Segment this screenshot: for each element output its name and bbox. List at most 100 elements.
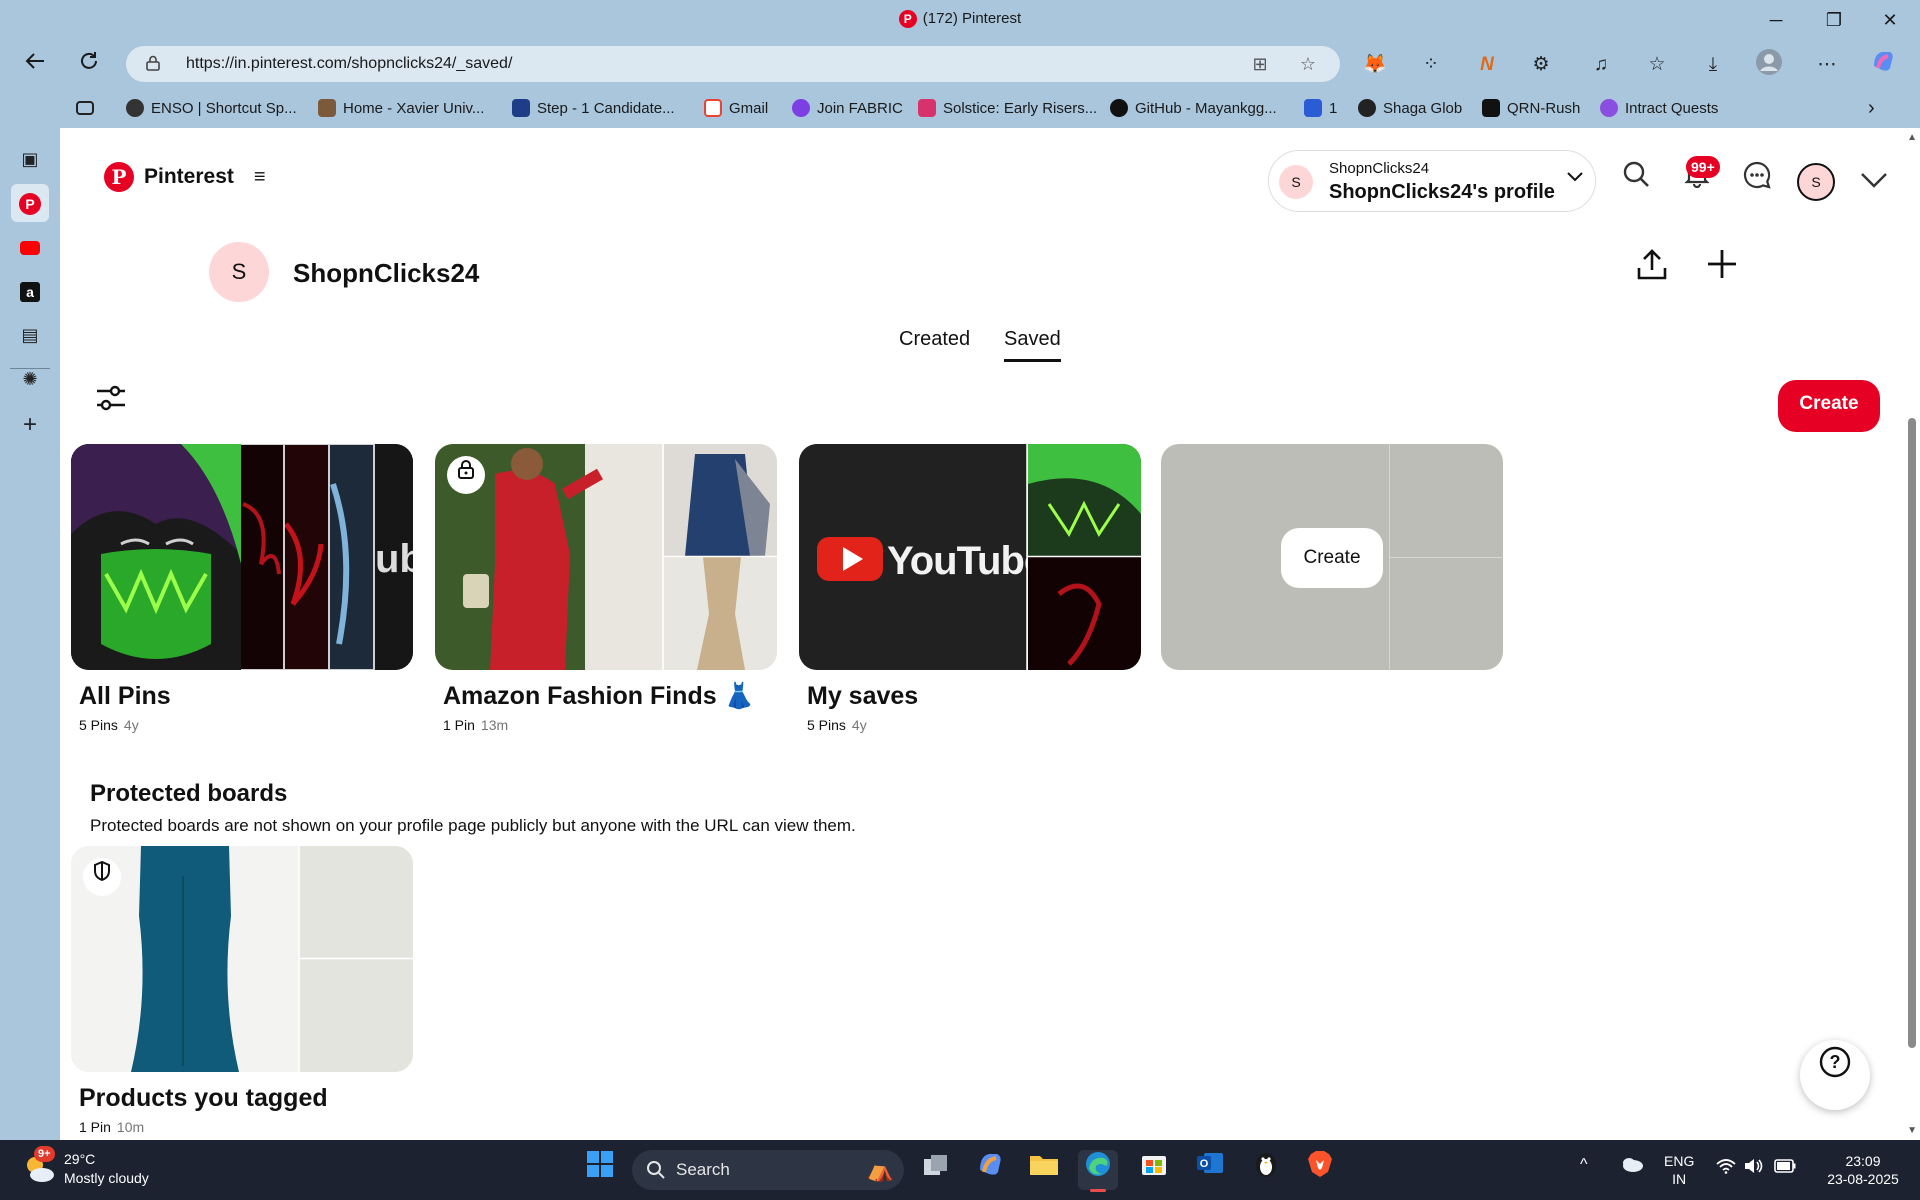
metamask-extension-icon[interactable]: 🦊 [1358,48,1392,82]
board-products-you-tagged[interactable]: Products you tagged 1 Pin 10m [71,846,413,1135]
volume-icon[interactable] [1744,1158,1764,1178]
bookmarks-overflow-chevron-icon[interactable]: › [1868,97,1875,119]
file-explorer-icon[interactable] [1024,1150,1064,1190]
weather-widget[interactable]: 9+ 29°C Mostly cloudy [22,1146,149,1188]
language-region: IN [1672,1171,1687,1187]
sidebar-add-icon[interactable]: + [11,406,49,444]
board-cover[interactable]: YouTube [799,444,1141,670]
sidebar-pinterest-icon[interactable]: P [11,184,49,222]
pinterest-logo-text: Pinterest [144,165,234,188]
task-view-icon[interactable] [916,1150,956,1190]
clock[interactable]: 23:09 23-08-2025 [1818,1152,1908,1188]
board-amazon-fashion-finds[interactable]: Amazon Fashion Finds 👗 1 Pin 13m [435,444,777,733]
battery-icon[interactable] [1774,1159,1796,1177]
maximize-button[interactable]: ❐ [1806,4,1862,36]
filter-sliders-icon[interactable] [88,384,134,430]
bookmark-intract[interactable]: Intract Quests [1600,97,1718,119]
hamburger-menu-icon[interactable]: ≡ [254,166,266,189]
media-control-icon[interactable]: ♫ [1584,48,1618,82]
extensions-puzzle-icon[interactable]: ⚙ [1524,48,1558,82]
board-cover[interactable] [71,846,413,1072]
close-button[interactable]: ✕ [1862,4,1918,36]
taskbar-search[interactable]: Search ⛺ [632,1150,904,1190]
tab-saved[interactable]: Saved [1004,328,1061,362]
browser-profile-icon[interactable] [1752,48,1786,82]
language-indicator[interactable]: ENG IN [1664,1152,1694,1188]
account-chevron-down-icon[interactable] [1853,160,1895,202]
address-bar[interactable]: https://in.pinterest.com/shopnclicks24/_… [126,46,1340,82]
bookmark-solstice[interactable]: Solstice: Early Risers... [918,97,1097,119]
bookmarks-app-icon[interactable] [76,97,94,119]
tab-created[interactable]: Created [899,328,970,359]
create-board-button[interactable]: Create [1281,528,1383,588]
url-text[interactable]: https://in.pinterest.com/shopnclicks24/_… [186,55,512,73]
bookmark-qrn[interactable]: QRN-Rush [1482,97,1580,119]
extension-grid-icon[interactable]: ⁘ [1414,48,1448,82]
onedrive-cloud-icon[interactable] [1620,1156,1644,1176]
wifi-icon[interactable] [1716,1158,1736,1178]
extension-n-icon[interactable]: N [1470,48,1504,82]
bookmark-enso[interactable]: ENSO | Shortcut Sp... [126,97,297,119]
search-icon[interactable] [1615,160,1657,202]
tray-overflow-chevron-icon[interactable]: ^ [1580,1156,1588,1174]
bookmarks-bar: ENSO | Shortcut Sp... Home - Xavier Univ… [0,88,1920,128]
sidebar-amazon-icon[interactable]: a [11,272,49,310]
bookmark-github[interactable]: GitHub - Mayankgg... [1110,97,1277,119]
page-scrollbar[interactable]: ▲ ▼ [1904,128,1920,1140]
microsoft-store-icon[interactable] [1134,1150,1174,1190]
help-button[interactable]: ? [1800,1040,1870,1110]
profile-switcher[interactable]: S ShopnClicks24 ShopnClicks24's profile [1268,150,1596,212]
more-options-icon[interactable]: ⋯ [1810,48,1844,82]
tab-actions-icon[interactable]: ▣ [11,140,49,178]
browser-toolbar: https://in.pinterest.com/shopnclicks24/_… [0,40,1920,88]
pinterest-logo[interactable]: P Pinterest ≡ [104,162,266,192]
back-button[interactable] [18,48,52,82]
create-button[interactable]: Create [1778,380,1880,432]
header-avatar[interactable]: S [1797,163,1835,201]
language-primary: ENG [1664,1153,1695,1169]
downloads-icon[interactable]: ⤓ [1696,48,1730,82]
scrollbar-thumb[interactable] [1908,418,1916,1048]
sidebar-chatgpt-icon[interactable]: ✺ [11,360,49,398]
profile-switcher-avatar: S [1279,165,1313,199]
board-all-pins[interactable]: ub All Pins 5 Pins 4y [71,444,413,733]
penguin-app-icon[interactable] [1246,1150,1286,1190]
bookmark-xavier[interactable]: Home - Xavier Univ... [318,97,484,119]
sidebar-calendar-icon[interactable]: ▤ [11,316,49,354]
minimize-button[interactable]: ─ [1748,4,1804,36]
bookmark-fabric[interactable]: Join FABRIC [792,97,903,119]
board-meta: 1 Pin 13m [443,717,777,733]
search-highlight-icon: ⛺ [866,1157,894,1182]
bookmark-one[interactable]: 1 [1304,97,1337,119]
profile-avatar[interactable]: S [209,242,269,302]
bookmark-gmail[interactable]: Gmail [704,97,768,119]
bookmark-step1[interactable]: Step - 1 Candidate... [512,97,675,119]
outlook-icon[interactable]: O [1190,1150,1230,1190]
messages-icon[interactable] [1736,160,1778,202]
windows-start-icon[interactable] [580,1150,620,1190]
weather-cloudy-icon: 9+ [22,1146,56,1186]
board-cover[interactable]: ub [71,444,413,670]
favorites-icon[interactable]: ☆ [1640,48,1674,82]
favorite-star-icon[interactable]: ☆ [1296,52,1320,76]
bookmark-shaga[interactable]: Shaga Glob [1358,97,1462,119]
weather-badge: 9+ [34,1146,55,1162]
board-age: 4y [123,717,139,733]
create-board-tile[interactable]: Create [1161,444,1503,670]
scroll-up-arrow-icon[interactable]: ▲ [1907,132,1917,143]
copilot-taskbar-icon[interactable] [970,1150,1010,1190]
copilot-icon[interactable] [1866,48,1900,82]
scroll-down-arrow-icon[interactable]: ▼ [1907,1125,1917,1136]
board-title: Products you tagged [79,1084,328,1112]
add-plus-icon[interactable] [1700,248,1744,292]
brave-browser-icon[interactable] [1300,1150,1340,1190]
board-my-saves[interactable]: YouTube My saves 5 Pins 4y [799,444,1141,733]
board-age: 4y [851,717,867,733]
edge-browser-icon[interactable] [1078,1150,1118,1192]
board-cover[interactable] [435,444,777,670]
app-available-icon[interactable]: ⊞ [1248,52,1272,76]
refresh-button[interactable] [72,48,106,82]
share-upload-icon[interactable] [1630,248,1674,292]
protected-boards-description: Protected boards are not shown on your p… [90,816,856,835]
sidebar-youtube-icon[interactable] [11,228,49,266]
